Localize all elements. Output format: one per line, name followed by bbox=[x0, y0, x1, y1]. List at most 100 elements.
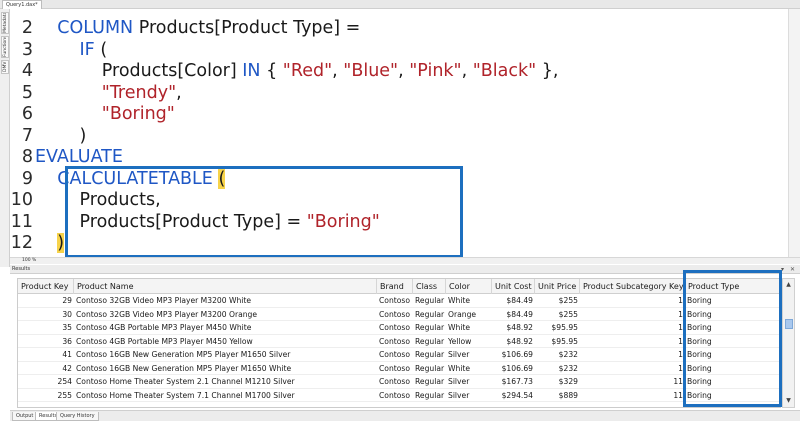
cell-product-name: Contoso 16GB New Generation MP5 Player M… bbox=[76, 350, 291, 359]
cell-product-key: 35 bbox=[62, 323, 72, 332]
query-editor[interactable]: 2 COLUMN Products[Product Type] = 3 IF (4… bbox=[10, 9, 788, 257]
cell-product-subcategory-key: 1 bbox=[678, 296, 683, 305]
column-header-color[interactable]: Color bbox=[446, 279, 492, 294]
string-literal: "Blue" bbox=[343, 61, 399, 81]
editor-scrollbar[interactable] bbox=[788, 9, 800, 257]
column-header-class[interactable]: Class bbox=[413, 279, 446, 294]
string-literal: "Trendy" bbox=[101, 82, 177, 103]
scroll-thumb[interactable] bbox=[785, 319, 793, 329]
code-text: IF ( bbox=[35, 39, 108, 61]
zoom-level[interactable]: 100 % bbox=[22, 258, 36, 264]
keyword-token: EVALUATE bbox=[35, 147, 123, 167]
table-row[interactable]: 30 Contoso 32GB Video MP3 Player M3200 Or… bbox=[18, 308, 780, 321]
line-number: 12 bbox=[10, 233, 33, 253]
scroll-up-icon[interactable]: ▲ bbox=[783, 280, 794, 290]
cell-product-subcategory-key: 11 bbox=[673, 377, 683, 386]
column-header-unit-cost[interactable]: Unit Cost bbox=[492, 279, 535, 294]
cell-class: Regular bbox=[415, 309, 445, 319]
tab-output[interactable]: Output bbox=[12, 412, 38, 421]
cell-product-key: 30 bbox=[62, 309, 72, 319]
cell-unit-cost: $106.69 bbox=[501, 350, 533, 359]
cell-product-subcategory-key: 1 bbox=[678, 336, 683, 346]
cell-unit-cost: $48.92 bbox=[506, 323, 533, 332]
cell-unit-price: $95.95 bbox=[551, 336, 578, 346]
side-tab-metadata[interactable]: Metadata bbox=[1, 12, 9, 34]
cell-product-key: 254 bbox=[57, 377, 73, 386]
code-token: Products[Color] bbox=[101, 61, 243, 81]
cell-brand: Contoso bbox=[379, 350, 410, 359]
editor-status-bar: 100 % bbox=[10, 257, 800, 264]
keyword-token: IF bbox=[79, 39, 95, 60]
line-number: 4 bbox=[21, 61, 33, 81]
side-tab-dmv[interactable]: DMV bbox=[1, 60, 9, 74]
code-text: CALCULATETABLE ( bbox=[35, 168, 226, 190]
cell-unit-price: $889 bbox=[558, 390, 578, 400]
cell-product-type: Boring bbox=[687, 377, 712, 386]
cell-color: Yellow bbox=[448, 336, 472, 346]
tab-query-history[interactable]: Query History bbox=[56, 412, 99, 421]
column-header-unit-price[interactable]: Unit Price bbox=[535, 279, 580, 294]
code-text: Products, bbox=[35, 189, 161, 211]
cell-brand: Contoso bbox=[379, 390, 410, 400]
keyword-token: IN bbox=[242, 61, 261, 81]
cell-product-type: Boring bbox=[687, 309, 712, 319]
cell-unit-price: $232 bbox=[558, 363, 578, 373]
table-row[interactable]: 254 Contoso Home Theater System 2.1 Chann… bbox=[18, 375, 780, 389]
cell-brand: Contoso bbox=[379, 323, 410, 332]
code-token: , bbox=[461, 61, 473, 81]
column-header-product-name[interactable]: Product Name bbox=[74, 279, 377, 294]
scroll-down-icon[interactable]: ▼ bbox=[783, 396, 794, 406]
cell-unit-price: $329 bbox=[558, 377, 578, 386]
line-number: 7 bbox=[21, 125, 33, 146]
code-text: "Boring" bbox=[35, 103, 175, 125]
table-row[interactable]: 41 Contoso 16GB New Generation MP5 Player… bbox=[18, 348, 780, 362]
code-token: ( bbox=[94, 39, 108, 60]
cell-color: White bbox=[448, 363, 471, 373]
matched-bracket: ) bbox=[57, 233, 65, 253]
keyword-token: COLUMN bbox=[57, 18, 134, 38]
code-token: Products[Product Type] = bbox=[133, 18, 361, 38]
document-tab-query1[interactable]: Query1.dax* bbox=[2, 0, 42, 9]
table-row[interactable]: 255 Contoso Home Theater System 7.1 Chann… bbox=[18, 389, 780, 402]
cell-color: White bbox=[448, 296, 471, 305]
grid-scrollbar[interactable]: ▲ ▼ bbox=[782, 278, 795, 408]
keyword-token: CALCULATETABLE bbox=[57, 168, 213, 189]
cell-product-type: Boring bbox=[687, 296, 712, 305]
cell-unit-cost: $294.54 bbox=[501, 390, 533, 400]
table-row[interactable]: 29 Contoso 32GB Video MP3 Player M3200 Wh… bbox=[18, 294, 780, 308]
line-number: 11 bbox=[10, 211, 33, 232]
code-text: Products[Product Type] = "Boring" bbox=[35, 211, 380, 233]
table-row[interactable]: 35 Contoso 4GB Portable MP3 Player M450 W… bbox=[18, 321, 780, 335]
column-header-product-key[interactable]: Product Key bbox=[18, 279, 74, 294]
side-tab-functions[interactable]: Functions bbox=[1, 36, 9, 58]
cell-product-name: Contoso 32GB Video MP3 Player M3200 Whit… bbox=[76, 296, 252, 305]
code-token: Products, bbox=[79, 190, 161, 210]
cell-product-key: 29 bbox=[62, 296, 72, 305]
column-header-product-subcategory-key[interactable]: Product Subcategory Key bbox=[580, 279, 685, 294]
cell-color: Silver bbox=[448, 350, 470, 359]
code-text: EVALUATE bbox=[35, 146, 123, 168]
cell-brand: Contoso bbox=[379, 309, 410, 319]
cell-product-key: 255 bbox=[57, 390, 73, 400]
line-number: 3 bbox=[21, 39, 33, 60]
code-text: ) bbox=[35, 232, 65, 254]
cell-product-key: 36 bbox=[62, 336, 72, 346]
results-pane-title: Results bbox=[12, 266, 31, 272]
pane-window-buttons[interactable]: ▾ ✕ bbox=[781, 266, 797, 273]
string-literal: "Black" bbox=[472, 61, 537, 81]
code-token: { bbox=[260, 61, 283, 81]
column-header-brand[interactable]: Brand bbox=[377, 279, 413, 294]
code-token: ) bbox=[79, 125, 87, 146]
table-row[interactable]: 36 Contoso 4GB Portable MP3 Player M450 Y… bbox=[18, 335, 780, 348]
cell-product-name: Contoso Home Theater System 2.1 Channel … bbox=[76, 377, 295, 386]
table-row[interactable]: 42 Contoso 16GB New Generation MP5 Player… bbox=[18, 362, 780, 375]
cell-product-name: Contoso Home Theater System 7.1 Channel … bbox=[76, 390, 295, 400]
cell-product-subcategory-key: 1 bbox=[678, 309, 683, 319]
results-grid[interactable]: Product Key Product Name Brand Class Color Un… bbox=[17, 278, 781, 408]
code-token: , bbox=[332, 61, 344, 81]
column-header-product-type[interactable]: Product Type bbox=[685, 279, 780, 294]
